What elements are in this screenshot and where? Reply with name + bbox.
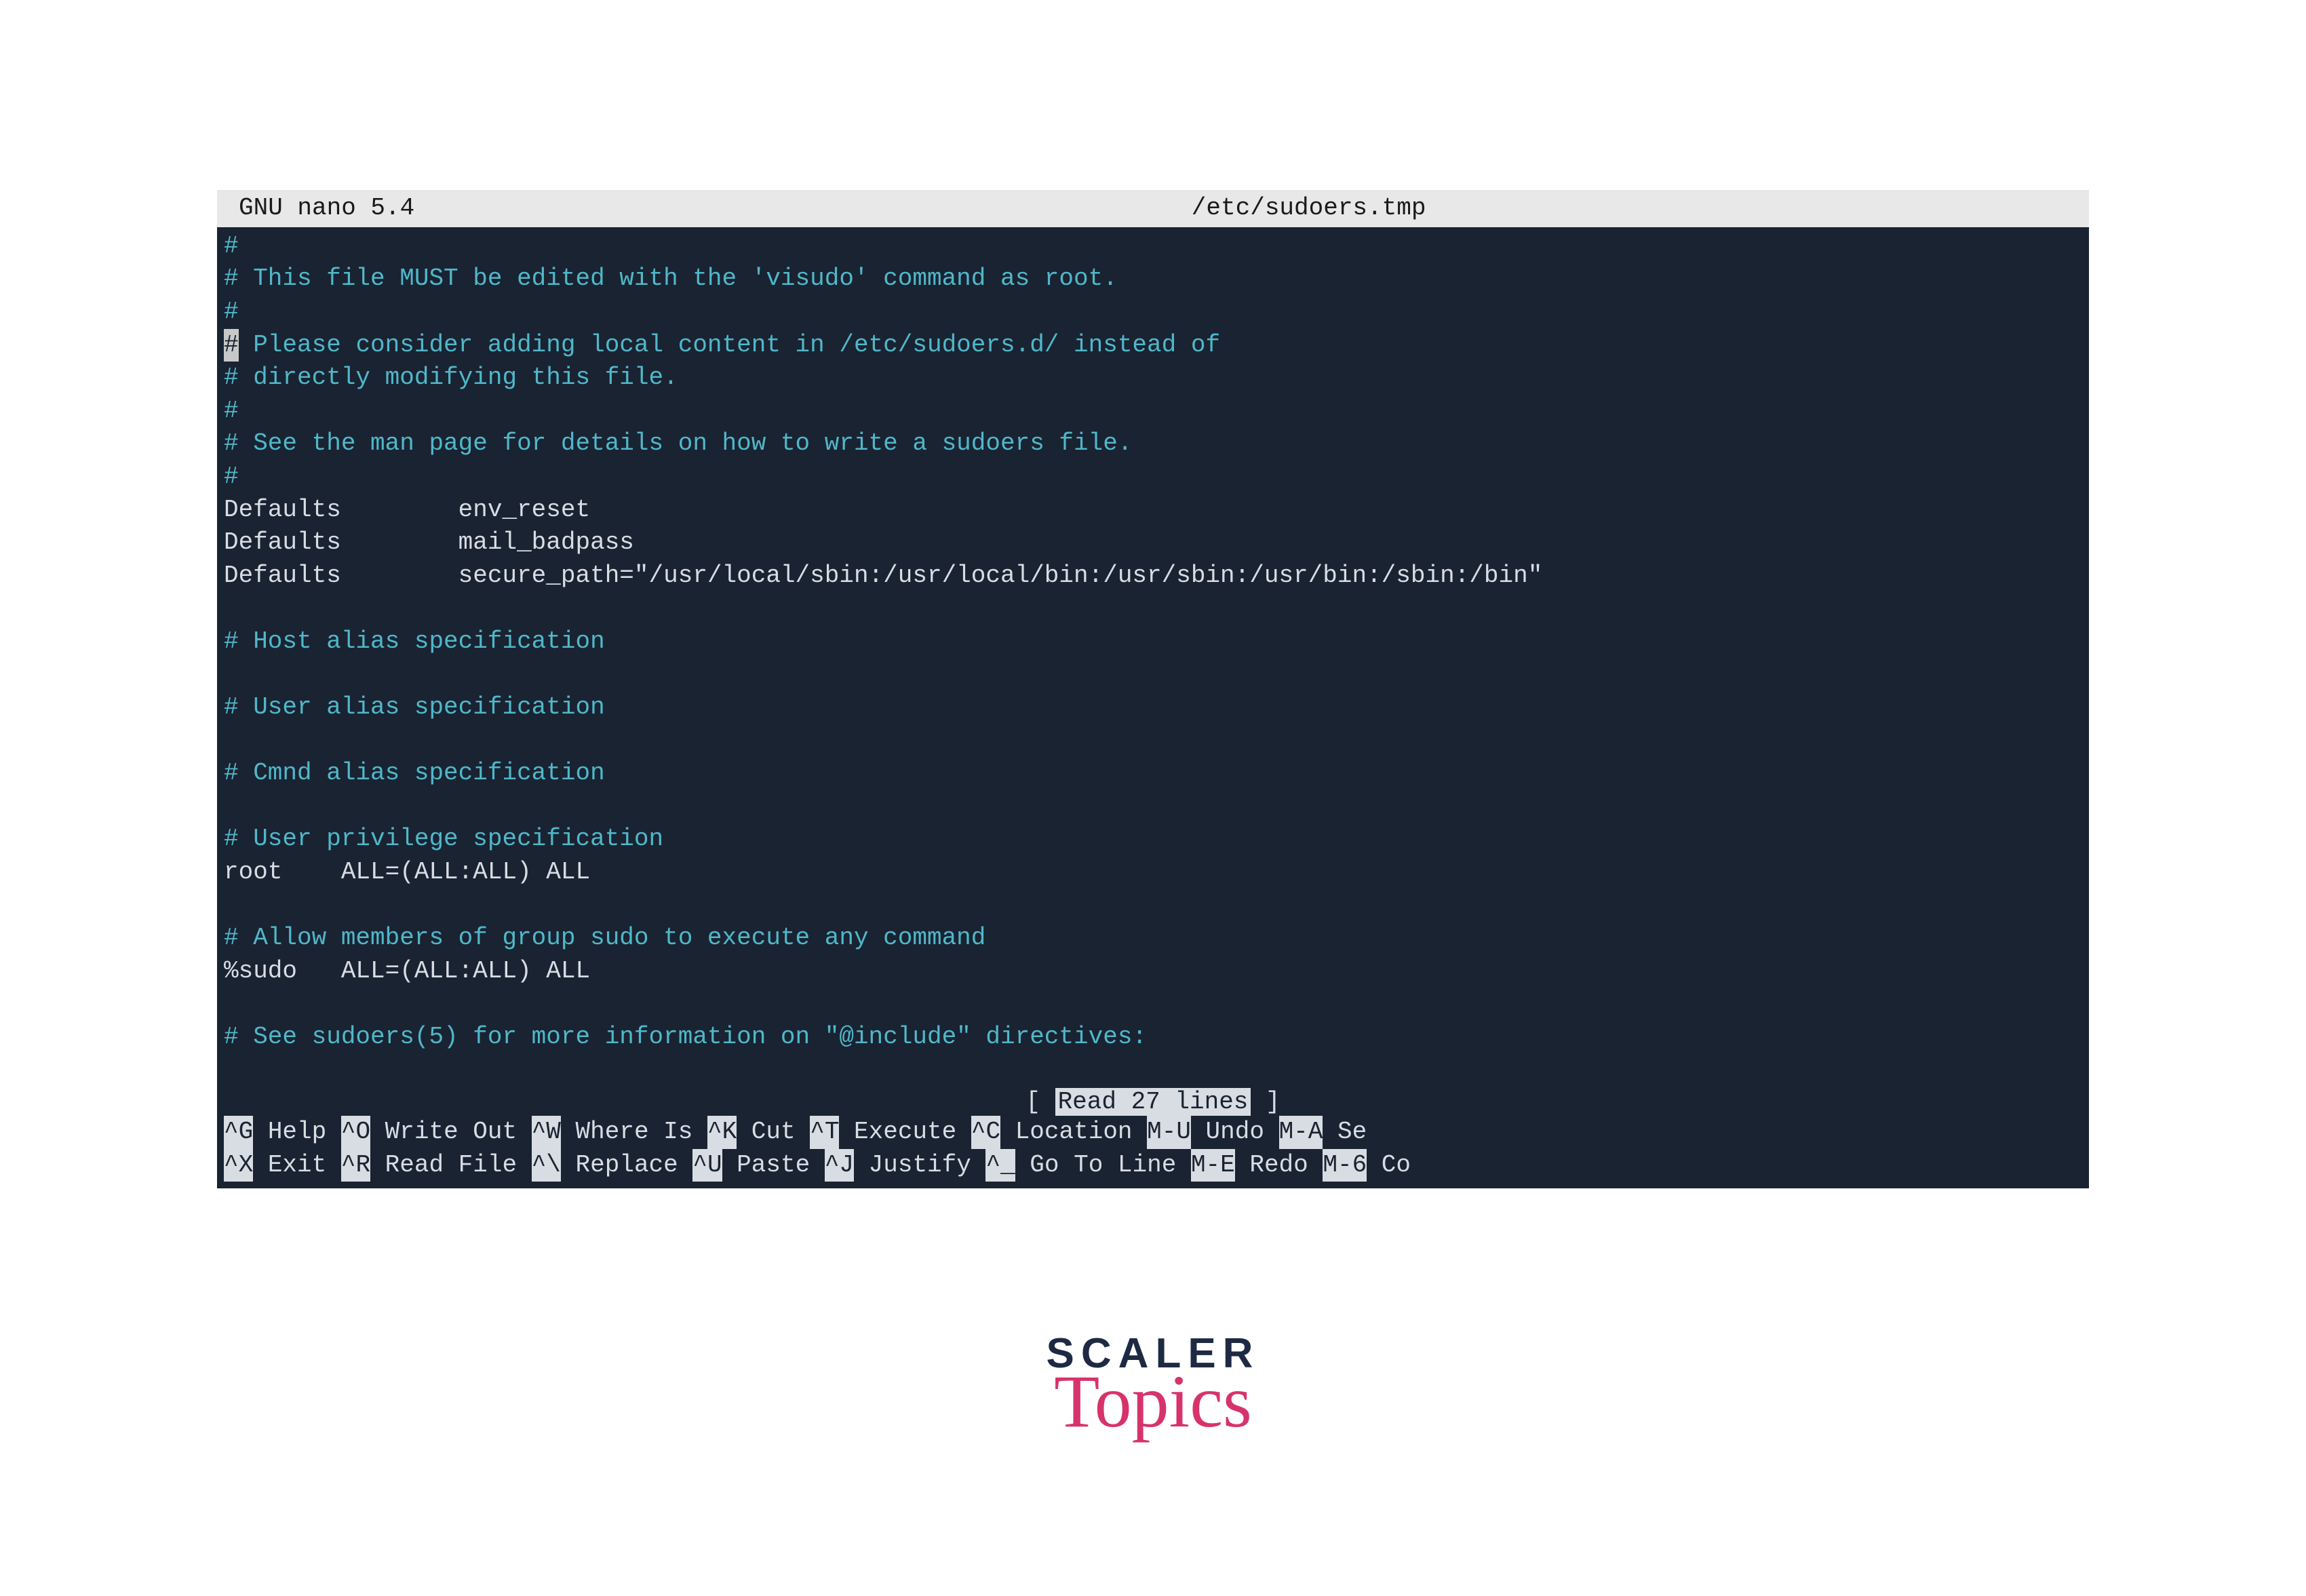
status-text: Read 27 lines bbox=[1055, 1088, 1251, 1116]
brand-bottom: Topics bbox=[1047, 1364, 1260, 1439]
shortcut-label: Execute bbox=[839, 1118, 971, 1146]
shortcut-row: ^X Exit ^R Read File ^\ Replace ^U Paste… bbox=[224, 1149, 2082, 1182]
shortcut-key[interactable]: M-E bbox=[1191, 1149, 1235, 1182]
shortcut-label: Write Out bbox=[370, 1118, 532, 1146]
shortcut-bar: ^G Help ^O Write Out ^W Where Is ^K Cut … bbox=[217, 1116, 2089, 1188]
shortcut-label: Help bbox=[253, 1118, 341, 1146]
editor-line: Defaults env_reset bbox=[224, 494, 2082, 527]
editor-line bbox=[224, 889, 2082, 922]
shortcut-label: Cut bbox=[737, 1118, 810, 1146]
shortcut-key[interactable]: ^C bbox=[971, 1116, 1000, 1149]
shortcut-key[interactable]: ^_ bbox=[985, 1149, 1015, 1182]
editor-line: # Please consider adding local content i… bbox=[224, 329, 2082, 362]
shortcut-key[interactable]: ^J bbox=[825, 1149, 854, 1182]
shortcut-label: Read File bbox=[370, 1151, 532, 1179]
editor-line: root ALL=(ALL:ALL) ALL bbox=[224, 856, 2082, 889]
shortcut-label: Co bbox=[1367, 1151, 1411, 1179]
cursor: # bbox=[224, 329, 239, 362]
shortcut-key[interactable]: M-6 bbox=[1323, 1149, 1367, 1182]
shortcut-key[interactable]: ^R bbox=[341, 1149, 370, 1182]
shortcut-key[interactable]: M-A bbox=[1279, 1116, 1323, 1149]
shortcut-label: Justify bbox=[854, 1151, 985, 1179]
editor-line bbox=[224, 659, 2082, 692]
editor-line: # Host alias specification bbox=[224, 625, 2082, 659]
editor-line: # See sudoers(5) for more information on… bbox=[224, 1021, 2082, 1054]
shortcut-label: Go To Line bbox=[1015, 1151, 1191, 1179]
editor-line: # bbox=[224, 230, 2082, 263]
editor-line: %sudo ALL=(ALL:ALL) ALL bbox=[224, 955, 2082, 988]
editor-line: # bbox=[224, 296, 2082, 329]
editor-line bbox=[224, 724, 2082, 758]
branding: SCALER Topics bbox=[1047, 1329, 1260, 1439]
shortcut-label: Se bbox=[1323, 1118, 1367, 1146]
shortcut-label: Undo bbox=[1191, 1118, 1279, 1146]
editor-line: # User privilege specification bbox=[224, 823, 2082, 856]
editor-line bbox=[224, 988, 2082, 1021]
editor-line bbox=[224, 592, 2082, 625]
shortcut-key[interactable]: M-U bbox=[1147, 1116, 1191, 1149]
nano-terminal: GNU nano 5.4 /etc/sudoers.tmp ## This fi… bbox=[217, 190, 2089, 1188]
status-line: [ Read 27 lines ] bbox=[217, 1088, 2089, 1116]
editor-line bbox=[224, 790, 2082, 823]
shortcut-label: Where Is bbox=[561, 1118, 707, 1146]
app-name: GNU nano 5.4 bbox=[225, 193, 414, 225]
editor-line: # bbox=[224, 395, 2082, 428]
shortcut-key[interactable]: ^W bbox=[532, 1116, 561, 1149]
editor-line: # Allow members of group sudo to execute… bbox=[224, 922, 2082, 955]
editor-line: # This file MUST be edited with the 'vis… bbox=[224, 262, 2082, 296]
editor-line: Defaults mail_badpass bbox=[224, 526, 2082, 560]
shortcut-row: ^G Help ^O Write Out ^W Where Is ^K Cut … bbox=[224, 1116, 2082, 1149]
shortcut-key[interactable]: ^O bbox=[341, 1116, 370, 1149]
shortcut-label: Location bbox=[1000, 1118, 1147, 1146]
editor-line: # directly modifying this file. bbox=[224, 362, 2082, 395]
nano-titlebar: GNU nano 5.4 /etc/sudoers.tmp bbox=[217, 190, 2089, 227]
editor-line: # bbox=[224, 461, 2082, 494]
shortcut-key[interactable]: ^\ bbox=[532, 1149, 561, 1182]
editor-line: # See the man page for details on how to… bbox=[224, 427, 2082, 461]
shortcut-key[interactable]: ^G bbox=[224, 1116, 253, 1149]
shortcut-key[interactable]: ^T bbox=[810, 1116, 839, 1149]
editor-line: Defaults secure_path="/usr/local/sbin:/u… bbox=[224, 560, 2082, 593]
editor-line: # User alias specification bbox=[224, 691, 2082, 724]
editor-content[interactable]: ## This file MUST be edited with the 'vi… bbox=[217, 227, 2089, 1087]
shortcut-key[interactable]: ^U bbox=[692, 1149, 722, 1182]
editor-line bbox=[224, 1054, 2082, 1087]
editor-line: # Cmnd alias specification bbox=[224, 757, 2082, 790]
shortcut-label: Paste bbox=[722, 1151, 825, 1179]
shortcut-label: Replace bbox=[561, 1151, 692, 1179]
shortcut-label: Redo bbox=[1235, 1151, 1323, 1179]
file-name: /etc/sudoers.tmp bbox=[414, 193, 2081, 225]
shortcut-label: Exit bbox=[253, 1151, 341, 1179]
shortcut-key[interactable]: ^K bbox=[707, 1116, 737, 1149]
shortcut-key[interactable]: ^X bbox=[224, 1149, 253, 1182]
